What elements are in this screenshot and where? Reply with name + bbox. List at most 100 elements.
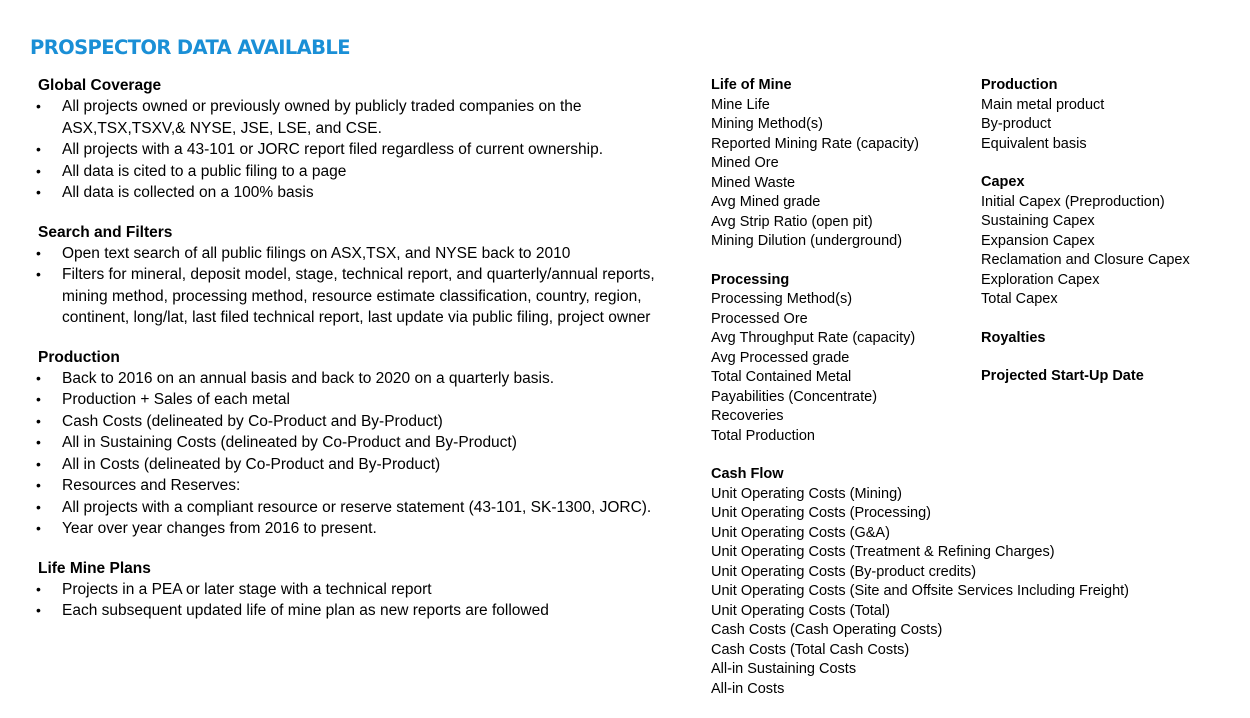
data-field-item: All-in Sustaining Costs	[711, 661, 857, 677]
data-field-item: Total Contained Metal	[711, 369, 852, 385]
group-cash-flow: Cash Flow Unit Operating Costs (Mining) Un…	[711, 465, 1130, 699]
group-heading: Projected Start-Up Date	[981, 368, 1144, 384]
bullet-text: All projects owned or previously owned b…	[62, 98, 582, 137]
bullet-icon: •	[36, 455, 41, 472]
bullet-text: Open text search of all public filings o…	[62, 244, 571, 262]
group-life-of-mine: Life of Mine Mine Life Mining Method(s) Rep…	[711, 76, 976, 252]
group-heading: Production	[981, 77, 1058, 93]
bullet-item: • Open text search of all public filings …	[36, 243, 698, 265]
bullet-list: • Projects in a PEA or later stage with a…	[36, 579, 698, 622]
bullet-item: • All in Costs (delineated by Co-Product …	[36, 454, 698, 476]
group-royalties: Royalties	[981, 329, 1241, 349]
bullet-icon: •	[36, 498, 41, 515]
data-field-item: Total Capex	[981, 291, 1058, 307]
bullet-list: • Open text search of all public filings …	[36, 243, 698, 329]
bullet-item: • Production + Sales of each metal	[36, 389, 698, 411]
bullet-item: • All data is collected on a 100% basis	[36, 182, 698, 204]
bullet-icon: •	[36, 434, 41, 450]
data-field-item: Reported Mining Rate (capacity)	[711, 135, 919, 152]
bullet-icon: •	[36, 602, 41, 618]
bullet-text: All projects with a compliant resource o…	[62, 498, 652, 516]
data-field-item: Mining Method(s)	[711, 116, 824, 132]
group-heading: Capex	[981, 174, 1025, 190]
bullet-icon: •	[36, 184, 41, 200]
feature-overview: Global Coverage • All projects owned or pr…	[36, 76, 698, 641]
section-production: Production • Back to 2016 on an annual bas…	[36, 348, 698, 540]
data-field-item: Expansion Capex	[981, 232, 1095, 249]
data-field-item: Processed Ore	[711, 310, 808, 327]
bullet-item: • All data is cited to a public filing to…	[36, 161, 698, 183]
bullet-icon: •	[36, 244, 41, 261]
data-field-item: All-in Costs	[711, 680, 785, 697]
data-field-item: Unit Operating Costs (Mining)	[711, 485, 902, 502]
bullet-icon: •	[36, 98, 41, 114]
group-production: Production Main metal product By-product Eq…	[981, 76, 1241, 154]
section-search-and-filters: Search and Filters • Open text search of a…	[36, 223, 698, 329]
data-field-item: Initial Capex (Preproduction)	[981, 193, 1165, 210]
data-field-item: Exploration Capex	[981, 271, 1100, 288]
section-heading: Life Mine Plans	[38, 559, 151, 577]
data-field-item: Avg Throughput Rate (capacity)	[711, 330, 916, 346]
bullet-item: • Each subsequent updated life of mine pl…	[36, 600, 698, 622]
data-field-item: Mined Waste	[711, 174, 796, 191]
data-field-item: Equivalent basis	[981, 135, 1087, 152]
data-field-item: Total Production	[711, 427, 815, 444]
data-field-item: Processing Method(s)	[711, 291, 853, 307]
bullet-item: • Resources and Reserves:	[36, 475, 698, 497]
bullet-text: Back to 2016 on an annual basis and back…	[62, 369, 555, 387]
data-field-item: Sustaining Capex	[981, 213, 1095, 229]
bullet-item: • All projects with a 43-101 or JORC repo…	[36, 139, 698, 161]
group-processing: Processing Processing Method(s) Processed …	[711, 271, 976, 447]
bullet-icon: •	[36, 477, 41, 493]
bullet-icon: •	[36, 266, 41, 282]
data-field-item: Cash Costs (Cash Operating Costs)	[711, 622, 943, 638]
bullet-item: • All in Sustaining Costs (delineated by …	[36, 432, 698, 454]
section-global-coverage: Global Coverage • All projects owned or pr…	[36, 76, 698, 204]
bullet-text: Year over year changes from 2016 to pres…	[62, 520, 377, 537]
bullet-item: • Year over year changes from 2016 to pre…	[36, 518, 698, 540]
data-field-item: Cash Costs (Total Cash Costs)	[711, 641, 910, 658]
bullet-list: • All projects owned or previously owned …	[36, 96, 698, 204]
data-field-item: Unit Operating Costs (Processing)	[711, 505, 931, 521]
bullet-text: All data is collected on a 100% basis	[62, 184, 314, 201]
section-life-mine-plans: Life Mine Plans • Projects in a PEA or lat…	[36, 559, 698, 622]
data-field-item: Unit Operating Costs (G&A)	[711, 524, 890, 541]
data-field-item: By-product	[981, 116, 1052, 132]
data-field-item: Unit Operating Costs (Total)	[711, 602, 890, 619]
group-heading: Processing	[711, 271, 790, 288]
bullet-item: • Back to 2016 on an annual basis and bac…	[36, 368, 698, 390]
data-field-item: Mining Dilution (underground)	[711, 233, 903, 249]
section-heading: Search and Filters	[38, 223, 173, 241]
data-field-item: Main metal product	[981, 96, 1105, 113]
group-projected-start-up-date: Projected Start-Up Date	[981, 367, 1241, 387]
data-field-item: Recoveries	[711, 408, 784, 424]
data-field-item: Avg Processed grade	[711, 349, 850, 366]
bullet-icon: •	[36, 412, 41, 429]
bullet-icon: •	[36, 369, 41, 386]
bullet-icon: •	[36, 162, 41, 179]
group-heading: Royalties	[981, 329, 1046, 346]
data-field-item: Unit Operating Costs (Treatment & Refini…	[711, 544, 1055, 560]
page-title: PROSPECTOR DATA AVAILABLE	[30, 36, 351, 59]
group-heading: Cash Flow	[711, 466, 784, 482]
bullet-icon: •	[36, 520, 41, 536]
bullet-text: All in Sustaining Costs (delineated by C…	[62, 434, 517, 451]
bullet-item: • All projects with a compliant resource …	[36, 497, 698, 519]
data-field-item: Mine Life	[711, 96, 770, 113]
bullet-item: • Filters for mineral, deposit model, sta…	[36, 264, 698, 329]
bullet-text: Cash Costs (delineated by Co-Product and…	[62, 412, 443, 430]
data-field-item: Reclamation and Closure Capex	[981, 252, 1190, 268]
bullet-text: Each subsequent updated life of mine pla…	[62, 602, 549, 619]
bullet-text: All projects with a 43-101 or JORC repor…	[62, 141, 604, 158]
bullet-text: Production + Sales of each metal	[62, 391, 290, 408]
data-field-item: Payabilities (Concentrate)	[711, 388, 878, 405]
bullet-text: Resources and Reserves:	[62, 477, 241, 494]
bullet-icon: •	[36, 580, 41, 597]
data-fields-column-1: Life of Mine Mine Life Mining Method(s) Rep…	[711, 76, 1130, 718]
bullet-item: • Projects in a PEA or later stage with a…	[36, 579, 698, 601]
bullet-item: • Cash Costs (delineated by Co-Product an…	[36, 411, 698, 433]
data-field-item: Avg Mined grade	[711, 194, 821, 210]
data-fields-column-2: Production Main metal product By-product Eq…	[981, 76, 1241, 406]
data-field-item: Unit Operating Costs (Site and Offsite S…	[711, 583, 1130, 599]
bullet-list: • Back to 2016 on an annual basis and bac…	[36, 368, 698, 540]
